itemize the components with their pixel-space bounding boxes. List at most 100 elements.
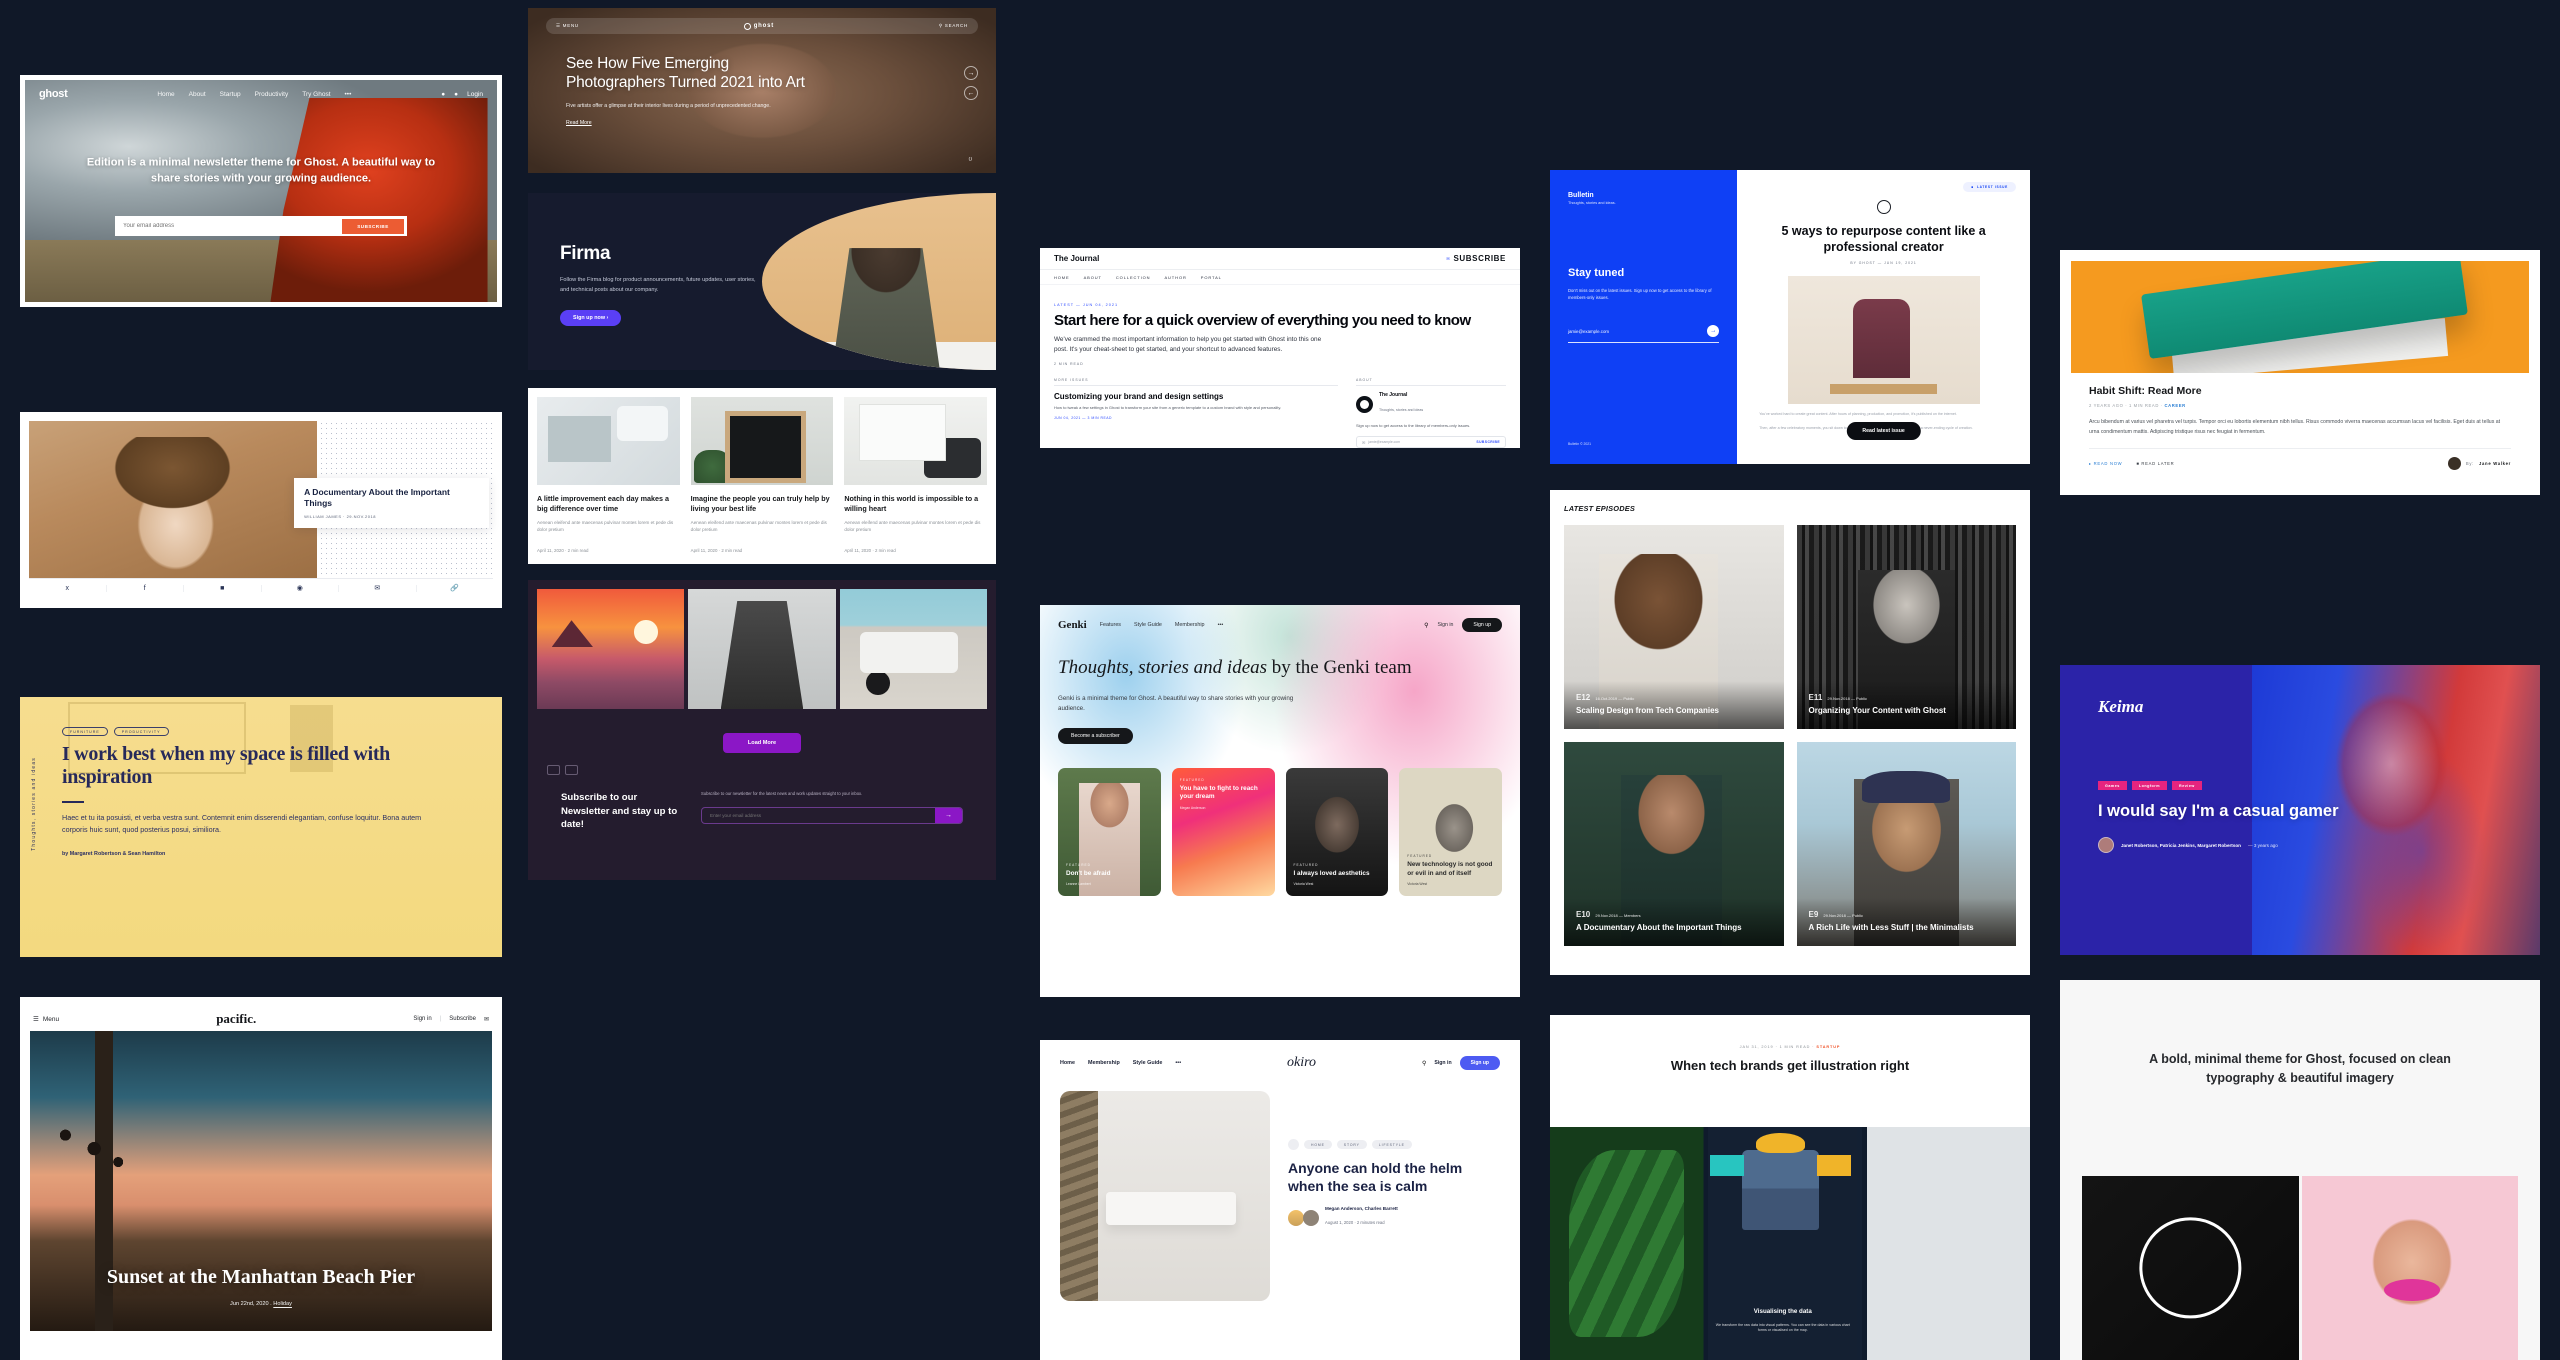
ease-logo[interactable]: ghost <box>743 22 774 30</box>
theme-card-genki[interactable]: Genki Features Style Guide Membership ••… <box>1040 605 1520 997</box>
nav-more-icon[interactable]: ••• <box>345 91 352 98</box>
nav-productivity[interactable]: Productivity <box>255 91 289 98</box>
nav-about[interactable]: ABOUT <box>1084 275 1102 280</box>
theme-card-firma[interactable]: Firma Follow the Firma blog for product … <box>528 193 996 370</box>
theme-card-pacific[interactable]: ☰ Menu pacific. Sign in | Subscribe ✉ Su… <box>20 997 502 1360</box>
episode-card[interactable]: E9 29.Nov.2018 — Public A Rich Life with… <box>1796 742 2016 946</box>
journal-logo[interactable]: The Journal <box>1054 254 1099 263</box>
signup-button[interactable]: Sign up <box>1459 1056 1500 1070</box>
read-now-button[interactable]: ▸ READ NOW <box>2089 461 2122 466</box>
subscribe-button[interactable]: ✉ SUBSCRIBE <box>1446 254 1506 263</box>
okiro-logo[interactable]: okiro <box>1287 1055 1316 1071</box>
become-subscriber-button[interactable]: Become a subscriber <box>1058 728 1133 744</box>
tag-lifestyle[interactable]: LIFESTYLE <box>1371 1140 1412 1149</box>
twitter-icon[interactable]: x <box>29 585 107 593</box>
pinterest-icon[interactable]: ◉ <box>262 585 339 593</box>
theme-card-bulletin[interactable]: Bulletin Thoughts, stories and ideas. St… <box>1550 170 2030 464</box>
theme-card-illustration[interactable]: JAN 31, 2019 · 1 MIN READ · STARTUP When… <box>1550 1015 2030 1360</box>
nav-more-icon[interactable]: ••• <box>1218 622 1224 628</box>
nav-more-icon[interactable]: ••• <box>1175 1060 1181 1066</box>
arrow-left-icon[interactable]: ← <box>964 86 978 100</box>
episode-card[interactable]: E12 16.Oct.2019 — Public Scaling Design … <box>1564 525 1784 729</box>
signin-link[interactable]: Sign in <box>413 1016 431 1022</box>
theme-card-ease[interactable]: ☰ MENU ghost ⚲ SEARCH See How Five Emerg… <box>528 8 996 173</box>
gallery-image[interactable] <box>688 589 836 709</box>
search-icon[interactable]: ⚲ <box>1424 622 1428 629</box>
nav-membership[interactable]: Membership <box>1088 1060 1120 1066</box>
email-value[interactable]: jamie@example.com <box>1568 329 1609 334</box>
episode-card[interactable]: E11 29.Nov.2018 — Public Organizing Your… <box>1796 525 2016 729</box>
theme-card-journal[interactable]: The Journal ✉ SUBSCRIBE HOME ABOUT COLLEC… <box>1040 248 1520 448</box>
signin-link[interactable]: Sign in <box>1438 622 1454 628</box>
search-icon[interactable]: ⚲ <box>1422 1060 1426 1067</box>
nav-home[interactable]: Home <box>1060 1060 1075 1066</box>
gallery-image[interactable] <box>537 589 685 709</box>
nav-style-guide[interactable]: Style Guide <box>1133 1060 1163 1066</box>
load-more-button[interactable]: Load More <box>723 733 801 753</box>
edition-subscribe-form[interactable]: SUBSCRIBE <box>115 216 407 236</box>
theme-card-keima[interactable]: Keima Games Longform Review I would say … <box>2060 665 2540 955</box>
nav-try-ghost[interactable]: Try Ghost <box>302 91 330 98</box>
signup-button[interactable]: Sign up now › <box>560 310 622 327</box>
login-link[interactable]: Login <box>467 91 483 98</box>
facebook-icon[interactable]: ● <box>441 91 445 98</box>
subscribe-button[interactable]: SUBSCRIBE <box>342 218 404 234</box>
post-title[interactable]: Habit Shift: Read More <box>2089 385 2511 397</box>
pacific-logo[interactable]: pacific. <box>216 1011 256 1027</box>
signup-button[interactable]: Sign up <box>1462 618 1502 632</box>
tag-home[interactable]: HOME <box>1304 1140 1332 1149</box>
bulletin-logo[interactable]: Bulletin <box>1568 192 1719 199</box>
tag-games[interactable]: Games <box>2098 781 2127 790</box>
signin-link[interactable]: Sign in <box>1434 1060 1451 1066</box>
theme-card-episodes[interactable]: LATEST EPISODES E12 16.Oct.2019 — Public… <box>1550 490 2030 975</box>
nav-startup[interactable]: Startup <box>220 91 241 98</box>
theme-card-documentary[interactable]: A Documentary About the Important Things… <box>20 412 502 608</box>
gallery-image[interactable] <box>2301 1176 2518 1360</box>
submit-button[interactable]: → <box>935 807 962 823</box>
episode-card[interactable]: E10 29.Nov.2018 — Members A Documentary … <box>1564 742 1784 946</box>
search-button[interactable]: ⚲ SEARCH <box>939 23 968 29</box>
theme-card-edition[interactable]: ghost Home About Startup Productivity Tr… <box>20 75 502 307</box>
author-name[interactable]: Jane Walker <box>2479 461 2511 466</box>
featured-card[interactable]: FEATURED You have to fight to reach your… <box>1171 768 1275 896</box>
tag-productivity[interactable]: PRODUCTIVITY <box>113 727 169 736</box>
nav-author[interactable]: AUTHOR <box>1164 275 1186 280</box>
theme-card-dark-gallery[interactable]: Load More Subscribe to our Newsletter an… <box>528 580 996 880</box>
arrow-right-icon[interactable]: → <box>964 66 978 80</box>
post-item[interactable]: Imagine the people you can truly help by… <box>690 397 834 555</box>
read-more-link[interactable]: Read More <box>566 120 809 126</box>
featured-card[interactable]: FEATURED New technology is not good or e… <box>1399 768 1502 896</box>
twitter-icon[interactable]: ● <box>454 91 458 98</box>
bookmark-icon[interactable] <box>1288 1139 1299 1150</box>
theme-card-habit[interactable]: Habit Shift: Read More 2 YEARS AGO · 1 M… <box>2060 250 2540 495</box>
nav-portal[interactable]: PORTAL <box>1201 275 1222 280</box>
keima-logo[interactable]: Keima <box>2098 697 2143 717</box>
post-item[interactable]: Nothing in this world is impossible to a… <box>844 397 988 555</box>
about-subscribe-form[interactable]: ✉ jamie@example.com SUBSCRIBE <box>1356 436 1506 448</box>
menu-button[interactable]: ☰ Menu <box>33 1015 59 1024</box>
more-issue-title[interactable]: Customizing your brand and design settin… <box>1054 392 1338 401</box>
theme-card-inspiration[interactable]: Thoughts, stories and ideas FURNITURE PR… <box>20 697 502 957</box>
theme-card-posts-grid[interactable]: A little improvement each day makes a bi… <box>528 388 996 564</box>
subscribe-link[interactable]: Subscribe <box>449 1016 476 1022</box>
edition-logo[interactable]: ghost <box>39 88 68 100</box>
email-icon[interactable]: ✉ <box>339 585 417 593</box>
tag-story[interactable]: STORY <box>1336 1140 1367 1149</box>
link-icon[interactable]: 🔗 <box>417 585 494 592</box>
theme-card-okiro[interactable]: Home Membership Style Guide ••• okiro ⚲ … <box>1040 1040 1520 1360</box>
email-input[interactable] <box>115 223 342 229</box>
featured-card[interactable]: FEATURED I always loved aesthetics Victo… <box>1285 768 1389 896</box>
nav-collection[interactable]: COLLECTION <box>1116 275 1151 280</box>
post-tag[interactable]: STARTUP <box>1816 1045 1840 1049</box>
genki-logo[interactable]: Genki <box>1058 619 1087 631</box>
tag-review[interactable]: Review <box>2172 781 2202 790</box>
gallery-image[interactable] <box>2082 1176 2299 1360</box>
read-later-button[interactable]: ■ READ LATER <box>2136 461 2174 466</box>
featured-card[interactable]: FEATURED Don't be afraid Leanne Lambert <box>1058 768 1161 896</box>
nav-home[interactable]: HOME <box>1054 275 1070 280</box>
theme-card-bold-minimal[interactable]: A bold, minimal theme for Ghost, focused… <box>2060 980 2540 1360</box>
nav-features[interactable]: Features <box>1100 622 1121 628</box>
nav-membership[interactable]: Membership <box>1175 622 1205 628</box>
hero-tag[interactable]: Holiday <box>273 1301 292 1307</box>
read-latest-issue-button[interactable]: Read latest issue <box>1846 422 1921 440</box>
